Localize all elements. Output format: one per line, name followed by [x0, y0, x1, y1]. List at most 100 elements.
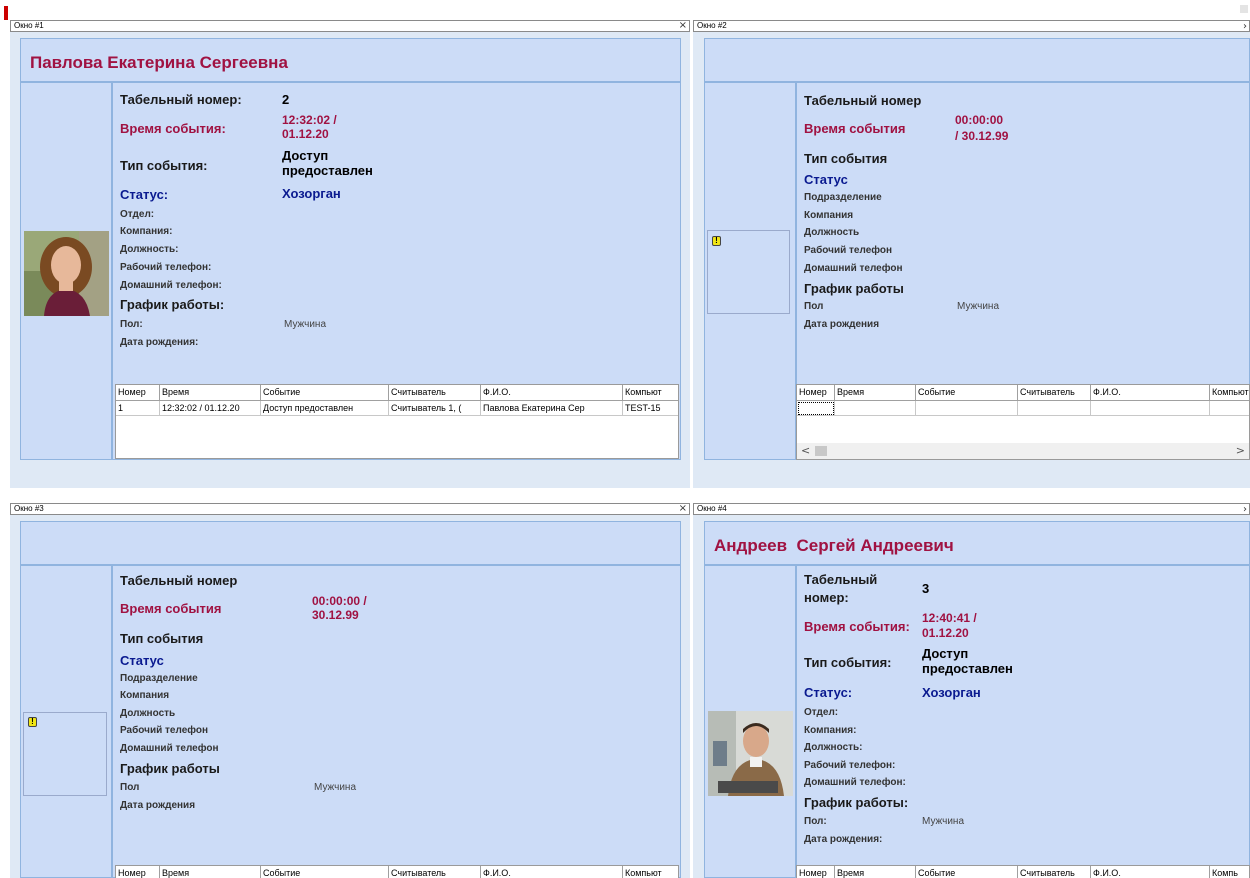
window-2-titlebar[interactable]: Окно #2: [693, 20, 1250, 32]
value-gender: Мужчина: [284, 319, 327, 330]
label-home-phone: Домашний телефон:: [120, 280, 222, 291]
value-event-time-2: 01.12.20: [282, 127, 329, 141]
window-4: Окно #4 Андреев Сергей Андреевич Табельн…: [693, 503, 1250, 878]
value-event-time-1: 00:00:00: [955, 113, 1004, 127]
red-marker: [4, 6, 8, 20]
column-header[interactable]: Компьют: [1210, 385, 1249, 401]
table-cell[interactable]: Павлова Екатерина Сер: [481, 401, 623, 416]
column-header[interactable]: Компь: [1210, 866, 1249, 878]
label-gender: Пол: [804, 301, 824, 312]
scroll-left-icon[interactable]: <: [801, 444, 810, 457]
table-cell[interactable]: [1210, 401, 1249, 416]
value-gender: Мужчина: [314, 782, 357, 793]
column-header[interactable]: Компьют: [623, 866, 678, 878]
table-cell[interactable]: Доступ предоставлен: [261, 401, 389, 416]
label-schedule: График работы: [120, 761, 220, 776]
scroll-right-icon[interactable]: >: [1236, 444, 1245, 457]
column-header[interactable]: Компьют: [623, 385, 678, 401]
label-birth-date: Дата рождения: [804, 319, 880, 330]
table-cell[interactable]: [1018, 401, 1091, 416]
window-4-title: Окно #4: [697, 504, 727, 513]
column-header[interactable]: Событие: [261, 866, 389, 878]
label-home-phone: Домашний телефон: [804, 263, 903, 274]
events-table[interactable]: Номер Время Событие Считыватель Ф.И.О. К…: [796, 865, 1250, 878]
label-birth-date: Дата рождения: [120, 800, 196, 811]
label-event-type: Тип события:: [804, 655, 892, 670]
label-home-phone: Домашний телефон: [120, 743, 219, 754]
column-header[interactable]: Время: [835, 385, 916, 401]
label-event-time: Время события: [804, 121, 906, 136]
column-header[interactable]: Событие: [916, 866, 1018, 878]
column-header[interactable]: Событие: [916, 385, 1018, 401]
value-event-time-1: 12:40:41 /: [922, 611, 977, 625]
label-tab-number: Табельный номер:: [120, 92, 242, 107]
column-header[interactable]: Событие: [261, 385, 389, 401]
column-header[interactable]: Время: [835, 866, 916, 878]
value-event-time-2: / 30.12.99: [955, 129, 1009, 143]
window-4-titlebar[interactable]: Окно #4: [693, 503, 1250, 515]
person-photo: [24, 231, 109, 316]
column-header[interactable]: Считыватель: [1018, 866, 1091, 878]
label-department: Подразделение: [120, 673, 198, 684]
column-header[interactable]: Ф.И.О.: [1091, 385, 1210, 401]
column-header[interactable]: Время: [160, 385, 261, 401]
label-event-time: Время события: [120, 601, 222, 616]
label-tab-number-1: Табельный: [804, 572, 878, 587]
label-department: Подразделение: [804, 192, 882, 203]
window-1: Окно #1 × Павлова Екатерина Сергеевна Та…: [10, 20, 690, 488]
column-header[interactable]: Считыватель: [389, 866, 481, 878]
label-tab-number: Табельный номер: [804, 93, 922, 108]
table-cell[interactable]: [1091, 401, 1210, 416]
window-1-title: Окно #1: [14, 21, 44, 30]
label-department: Отдел:: [804, 707, 839, 718]
column-header[interactable]: Ф.И.О.: [1091, 866, 1210, 878]
column-header[interactable]: Считыватель: [389, 385, 481, 401]
label-home-phone: Домашний телефон:: [804, 777, 906, 788]
person-name: Андреев Сергей Андреевич: [714, 536, 954, 555]
value-gender: Мужчина: [957, 301, 1000, 312]
column-header[interactable]: Время: [160, 866, 261, 878]
label-company: Компания:: [804, 725, 857, 736]
column-header[interactable]: Ф.И.О.: [481, 385, 623, 401]
events-table[interactable]: Номер Время Событие Считыватель Ф.И.О. К…: [115, 865, 679, 878]
label-gender: Пол: [120, 782, 140, 793]
photo-placeholder: !: [23, 712, 107, 796]
chevron-right-icon[interactable]: ›: [1243, 21, 1247, 32]
events-table[interactable]: Номер Время Событие Считыватель Ф.И.О. К…: [796, 384, 1250, 460]
label-event-time: Время события:: [120, 121, 226, 136]
person-name: Павлова Екатерина Сергеевна: [30, 53, 288, 72]
label-company: Компания: [120, 690, 170, 701]
window-1-titlebar[interactable]: Окно #1 ×: [10, 20, 690, 32]
label-event-type: Тип события: [804, 151, 888, 166]
table-cell[interactable]: Считыватель 1, (: [389, 401, 481, 416]
warning-icon: !: [712, 236, 721, 246]
close-icon[interactable]: ×: [679, 503, 687, 514]
warning-icon: !: [28, 717, 37, 727]
label-status: Статус: [120, 653, 164, 668]
scroll-thumb[interactable]: [815, 446, 827, 456]
value-event-type-2: предоставлен: [922, 661, 1013, 676]
column-header[interactable]: Считыватель: [1018, 385, 1091, 401]
window-3-titlebar[interactable]: Окно #3 ×: [10, 503, 690, 515]
value-event-type-2: предоставлен: [282, 163, 373, 178]
close-icon[interactable]: ×: [679, 20, 687, 31]
table-cell[interactable]: TEST-15: [623, 401, 678, 416]
chevron-right-icon[interactable]: ›: [1243, 504, 1247, 515]
column-header[interactable]: Номер: [797, 866, 835, 878]
horizontal-scrollbar[interactable]: < >: [797, 443, 1249, 459]
table-cell[interactable]: [797, 401, 835, 416]
table-cell[interactable]: 1: [116, 401, 160, 416]
value-tab-number: 3: [922, 581, 930, 596]
value-tab-number: 2: [282, 92, 290, 107]
column-header[interactable]: Номер: [116, 866, 160, 878]
table-cell[interactable]: [916, 401, 1018, 416]
table-cell[interactable]: [835, 401, 916, 416]
table-cell[interactable]: 12:32:02 / 01.12.20: [160, 401, 261, 416]
column-header[interactable]: Номер: [797, 385, 835, 401]
label-work-phone: Рабочий телефон:: [804, 760, 896, 771]
events-table[interactable]: Номер Время Событие Считыватель Ф.И.О. К…: [115, 384, 679, 459]
column-header[interactable]: Ф.И.О.: [481, 866, 623, 878]
photo-placeholder: !: [707, 230, 790, 314]
window-3-title: Окно #3: [14, 504, 44, 513]
column-header[interactable]: Номер: [116, 385, 160, 401]
